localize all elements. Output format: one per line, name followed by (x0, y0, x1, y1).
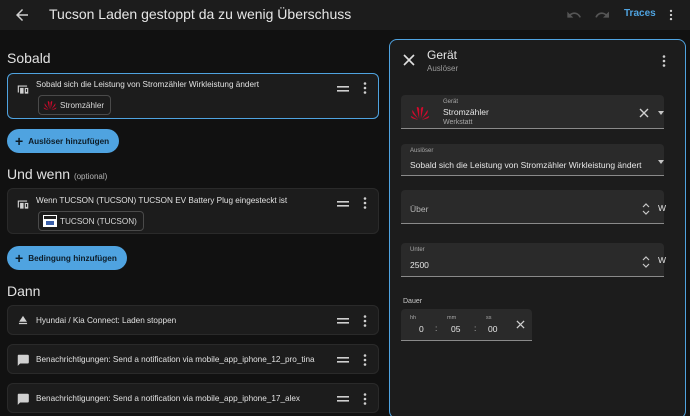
duration-label: Dauer (403, 298, 423, 305)
device-value: Stromzähler (443, 107, 489, 117)
device-field-label: Gerät (443, 99, 459, 105)
action-text: Benachrichtigungen: Send a notification … (36, 394, 301, 403)
page-title: Tucson Laden gestoppt da zu wenig Übersc… (49, 6, 352, 22)
more-vertical-icon[interactable] (362, 393, 368, 405)
actions-heading: Dann (7, 283, 41, 299)
more-vertical-icon[interactable] (661, 55, 667, 67)
plus-icon: + (15, 133, 24, 149)
arrow-left-icon[interactable] (13, 6, 31, 24)
more-vertical-icon[interactable] (362, 82, 368, 94)
device-select[interactable]: Gerät Stromzähler Werkstatt (401, 95, 664, 129)
above-input[interactable]: Über (401, 190, 664, 224)
clear-icon[interactable] (639, 108, 649, 118)
hours-label: hh (410, 315, 417, 321)
redo-icon[interactable] (594, 7, 610, 23)
eject-icon (18, 315, 28, 325)
top-app-bar: Tucson Laden gestoppt da zu wenig Übersc… (0, 0, 690, 30)
above-unit: W (658, 203, 667, 213)
drag-handle-icon[interactable] (337, 317, 349, 325)
time-separator: : (435, 323, 438, 333)
above-placeholder: Über (410, 204, 429, 214)
below-value: 2500 (410, 260, 429, 270)
message-icon (17, 393, 29, 405)
seconds-label: ss (486, 315, 492, 321)
close-icon[interactable] (403, 54, 415, 66)
minutes-value[interactable]: 05 (451, 324, 460, 334)
huawei-logo-icon (43, 101, 57, 111)
device-icon (17, 85, 29, 94)
trigger-editor-panel: Gerät Auslöser Gerät Stromzähler Werksta… (389, 39, 686, 416)
action-card[interactable]: Benachrichtigungen: Send a notification … (7, 383, 379, 413)
conditions-title: Und wenn (7, 166, 71, 182)
traces-button[interactable]: Traces (624, 8, 656, 19)
device-chip[interactable]: TUCSON (TUCSON) (38, 211, 144, 231)
message-icon (17, 354, 29, 366)
more-vertical-icon[interactable] (362, 354, 368, 366)
chip-label: Stromzähler (60, 100, 105, 110)
clear-icon[interactable] (516, 320, 525, 329)
panel-subtitle: Auslöser (427, 64, 459, 73)
triggers-heading: Sobald (7, 50, 51, 66)
trigger-type-label: Auslöser (410, 148, 434, 154)
action-card[interactable]: Benachrichtigungen: Send a notification … (7, 344, 379, 374)
minutes-label: mm (447, 315, 457, 321)
device-chip[interactable]: Stromzähler (38, 95, 112, 115)
chip-label: TUCSON (TUCSON) (60, 216, 137, 226)
drag-handle-icon[interactable] (337, 85, 349, 93)
action-card[interactable]: Hyundai / Kia Connect: Laden stoppen (7, 305, 379, 335)
drag-handle-icon[interactable] (337, 200, 349, 208)
add-trigger-label: Auslöser hinzufügen (28, 136, 110, 146)
drag-handle-icon[interactable] (337, 395, 349, 403)
chevron-down-icon[interactable] (658, 160, 664, 164)
more-vertical-icon[interactable] (664, 7, 678, 23)
action-text: Benachrichtigungen: Send a notification … (36, 355, 315, 364)
add-trigger-button[interactable]: + Auslöser hinzufügen (7, 129, 120, 153)
trigger-text: Sobald sich die Leistung von Stromzähler… (36, 80, 259, 89)
duration-input[interactable]: hh 0 : mm 05 : ss 00 (401, 309, 532, 341)
huawei-logo-icon (410, 106, 430, 120)
undo-icon[interactable] (566, 7, 582, 23)
below-label: Unter (410, 247, 425, 253)
hours-value[interactable]: 0 (419, 324, 424, 334)
device-area: Werkstatt (443, 119, 473, 126)
optional-label: (optional) (73, 172, 108, 181)
below-input[interactable]: Unter 2500 (401, 243, 664, 277)
add-condition-label: Bedingung hinzufügen (28, 253, 117, 263)
below-unit: W (658, 255, 667, 265)
action-text: Hyundai / Kia Connect: Laden stoppen (36, 316, 177, 325)
condition-text: Wenn TUCSON (TUCSON) TUCSON EV Battery P… (36, 196, 288, 205)
seconds-value[interactable]: 00 (488, 324, 497, 334)
condition-card[interactable]: Wenn TUCSON (TUCSON) TUCSON EV Battery P… (7, 188, 379, 234)
panel-title: Gerät (427, 48, 458, 62)
conditions-heading: Und wenn (optional) (7, 166, 107, 182)
stepper-icon[interactable] (642, 255, 650, 269)
tucson-logo-icon (43, 215, 57, 227)
trigger-type-value: Sobald sich die Leistung von Stromzähler… (410, 160, 642, 170)
trigger-type-select[interactable]: Auslöser Sobald sich die Leistung von St… (401, 144, 664, 176)
time-separator: : (474, 323, 477, 333)
plus-icon: + (15, 250, 24, 266)
drag-handle-icon[interactable] (337, 356, 349, 364)
trigger-card[interactable]: Sobald sich die Leistung von Stromzähler… (7, 73, 379, 119)
stepper-icon[interactable] (642, 202, 650, 216)
add-condition-button[interactable]: + Bedingung hinzufügen (7, 246, 127, 270)
chevron-down-icon[interactable] (658, 111, 664, 115)
device-icon (17, 200, 29, 209)
more-vertical-icon[interactable] (362, 197, 368, 209)
more-vertical-icon[interactable] (362, 315, 368, 327)
